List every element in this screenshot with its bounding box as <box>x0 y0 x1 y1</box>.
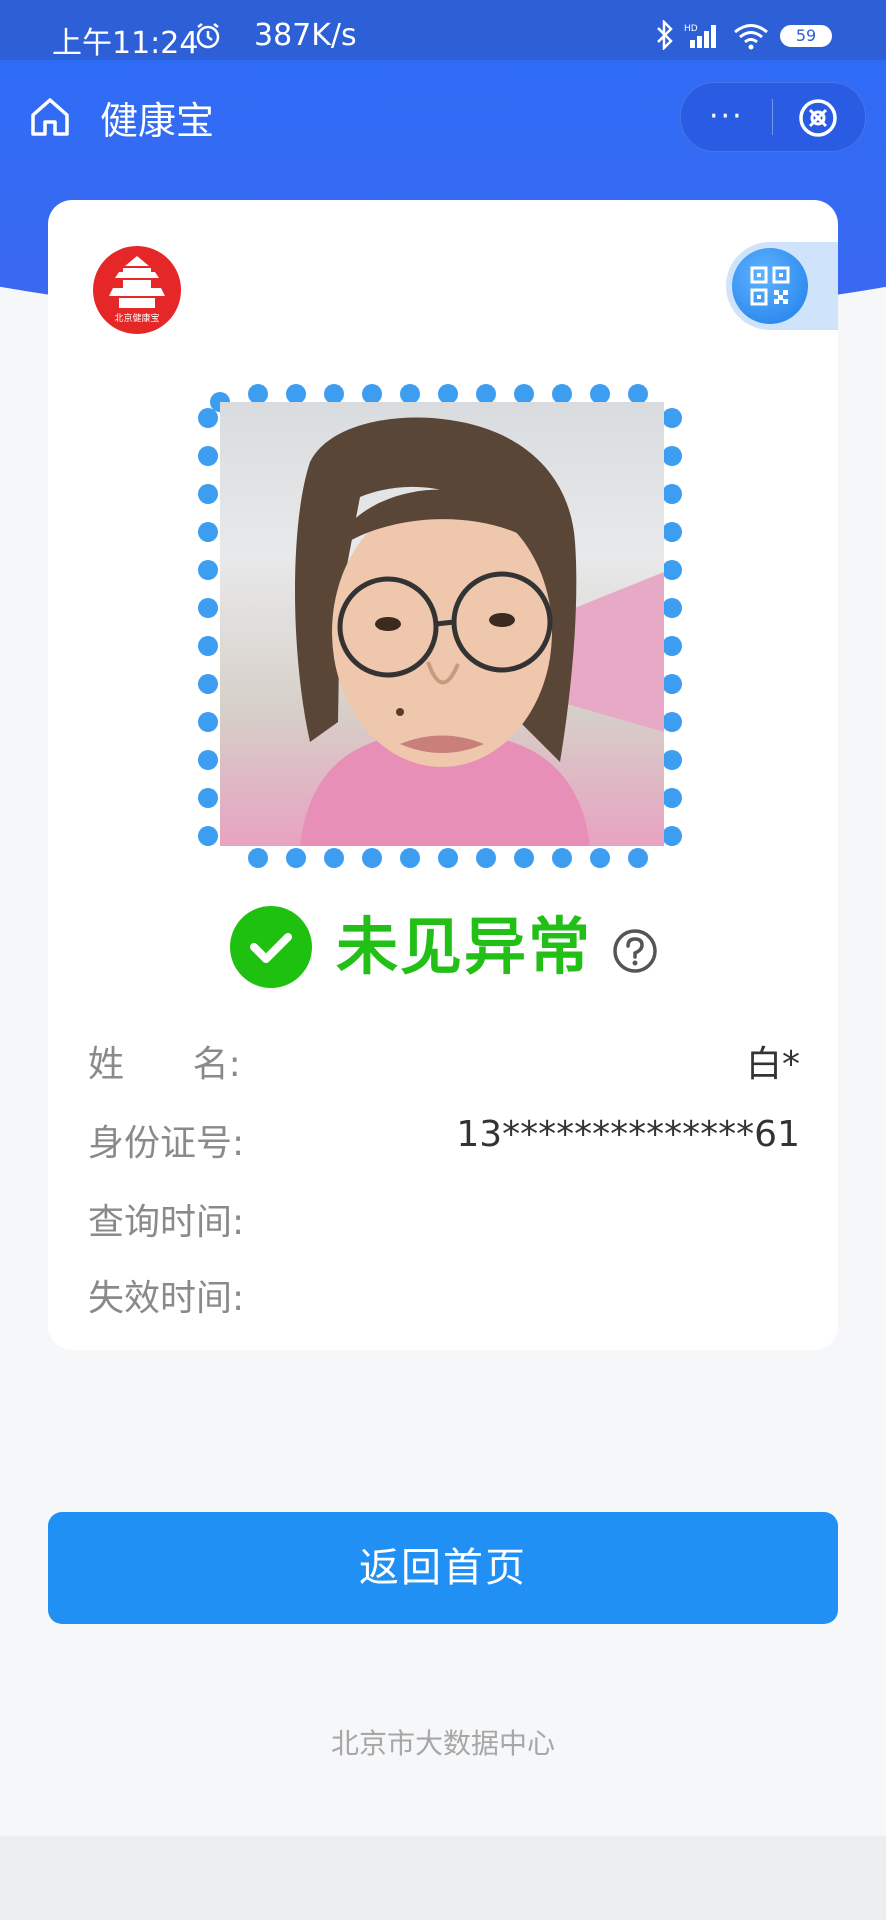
health-status-text: 未见异常 <box>336 910 593 983</box>
capsule-divider <box>772 99 773 135</box>
qr-code-icon <box>750 266 790 306</box>
info-row-expiry-time: 失效时间: <box>88 1269 800 1319</box>
info-row-name: 姓 名: 白* <box>88 1035 800 1085</box>
alarm-icon <box>194 22 222 54</box>
qr-code-tab[interactable] <box>726 242 838 330</box>
name-label: 姓 名: <box>88 1044 241 1085</box>
photo-frame <box>198 380 686 868</box>
info-row-query-time: 查询时间: <box>88 1193 800 1243</box>
qr-code-button[interactable] <box>732 248 808 324</box>
nav-bar: 健康宝 ··· <box>0 60 886 172</box>
id-number-value: 13**************61 <box>456 1114 800 1155</box>
id-number-label: 身份证号: <box>88 1123 245 1164</box>
health-code-card: 北京健康宝 未见异常 姓 名: 白* 身份证号: 13*************… <box>48 200 838 1350</box>
expiry-time-label: 失效时间: <box>88 1278 245 1319</box>
close-target-icon[interactable] <box>797 97 839 143</box>
check-circle-icon <box>230 906 312 988</box>
name-value: 白* <box>745 1044 800 1085</box>
user-photo <box>220 402 664 846</box>
footer-provider: 北京市大数据中心 <box>330 1727 555 1760</box>
status-bar: 上午11:24 387K/s HD 59 <box>0 0 886 61</box>
health-status: 未见异常 <box>48 900 838 990</box>
mini-program-capsule: ··· <box>680 82 866 152</box>
svg-text:HD: HD <box>684 24 698 34</box>
page-title: 健康宝 <box>100 99 215 143</box>
query-time-label: 查询时间: <box>88 1202 245 1243</box>
bluetooth-icon <box>654 18 676 54</box>
return-home-button[interactable]: 返回首页 <box>48 1512 838 1624</box>
logo-caption: 北京健康宝 <box>114 314 160 324</box>
bottom-strip <box>0 1836 886 1920</box>
home-icon[interactable] <box>28 95 72 139</box>
info-row-id-number: 身份证号: 13**************61 <box>88 1114 800 1164</box>
hd-signal-icon: HD <box>684 22 724 54</box>
wifi-icon <box>732 22 770 54</box>
network-speed: 387K/s <box>254 18 357 53</box>
question-help-icon[interactable] <box>612 928 658 978</box>
more-icon[interactable]: ··· <box>709 102 744 132</box>
beijing-health-logo: 北京健康宝 <box>93 246 181 334</box>
status-time: 上午11:24 <box>52 26 199 61</box>
battery-icon: 59 <box>780 25 832 47</box>
